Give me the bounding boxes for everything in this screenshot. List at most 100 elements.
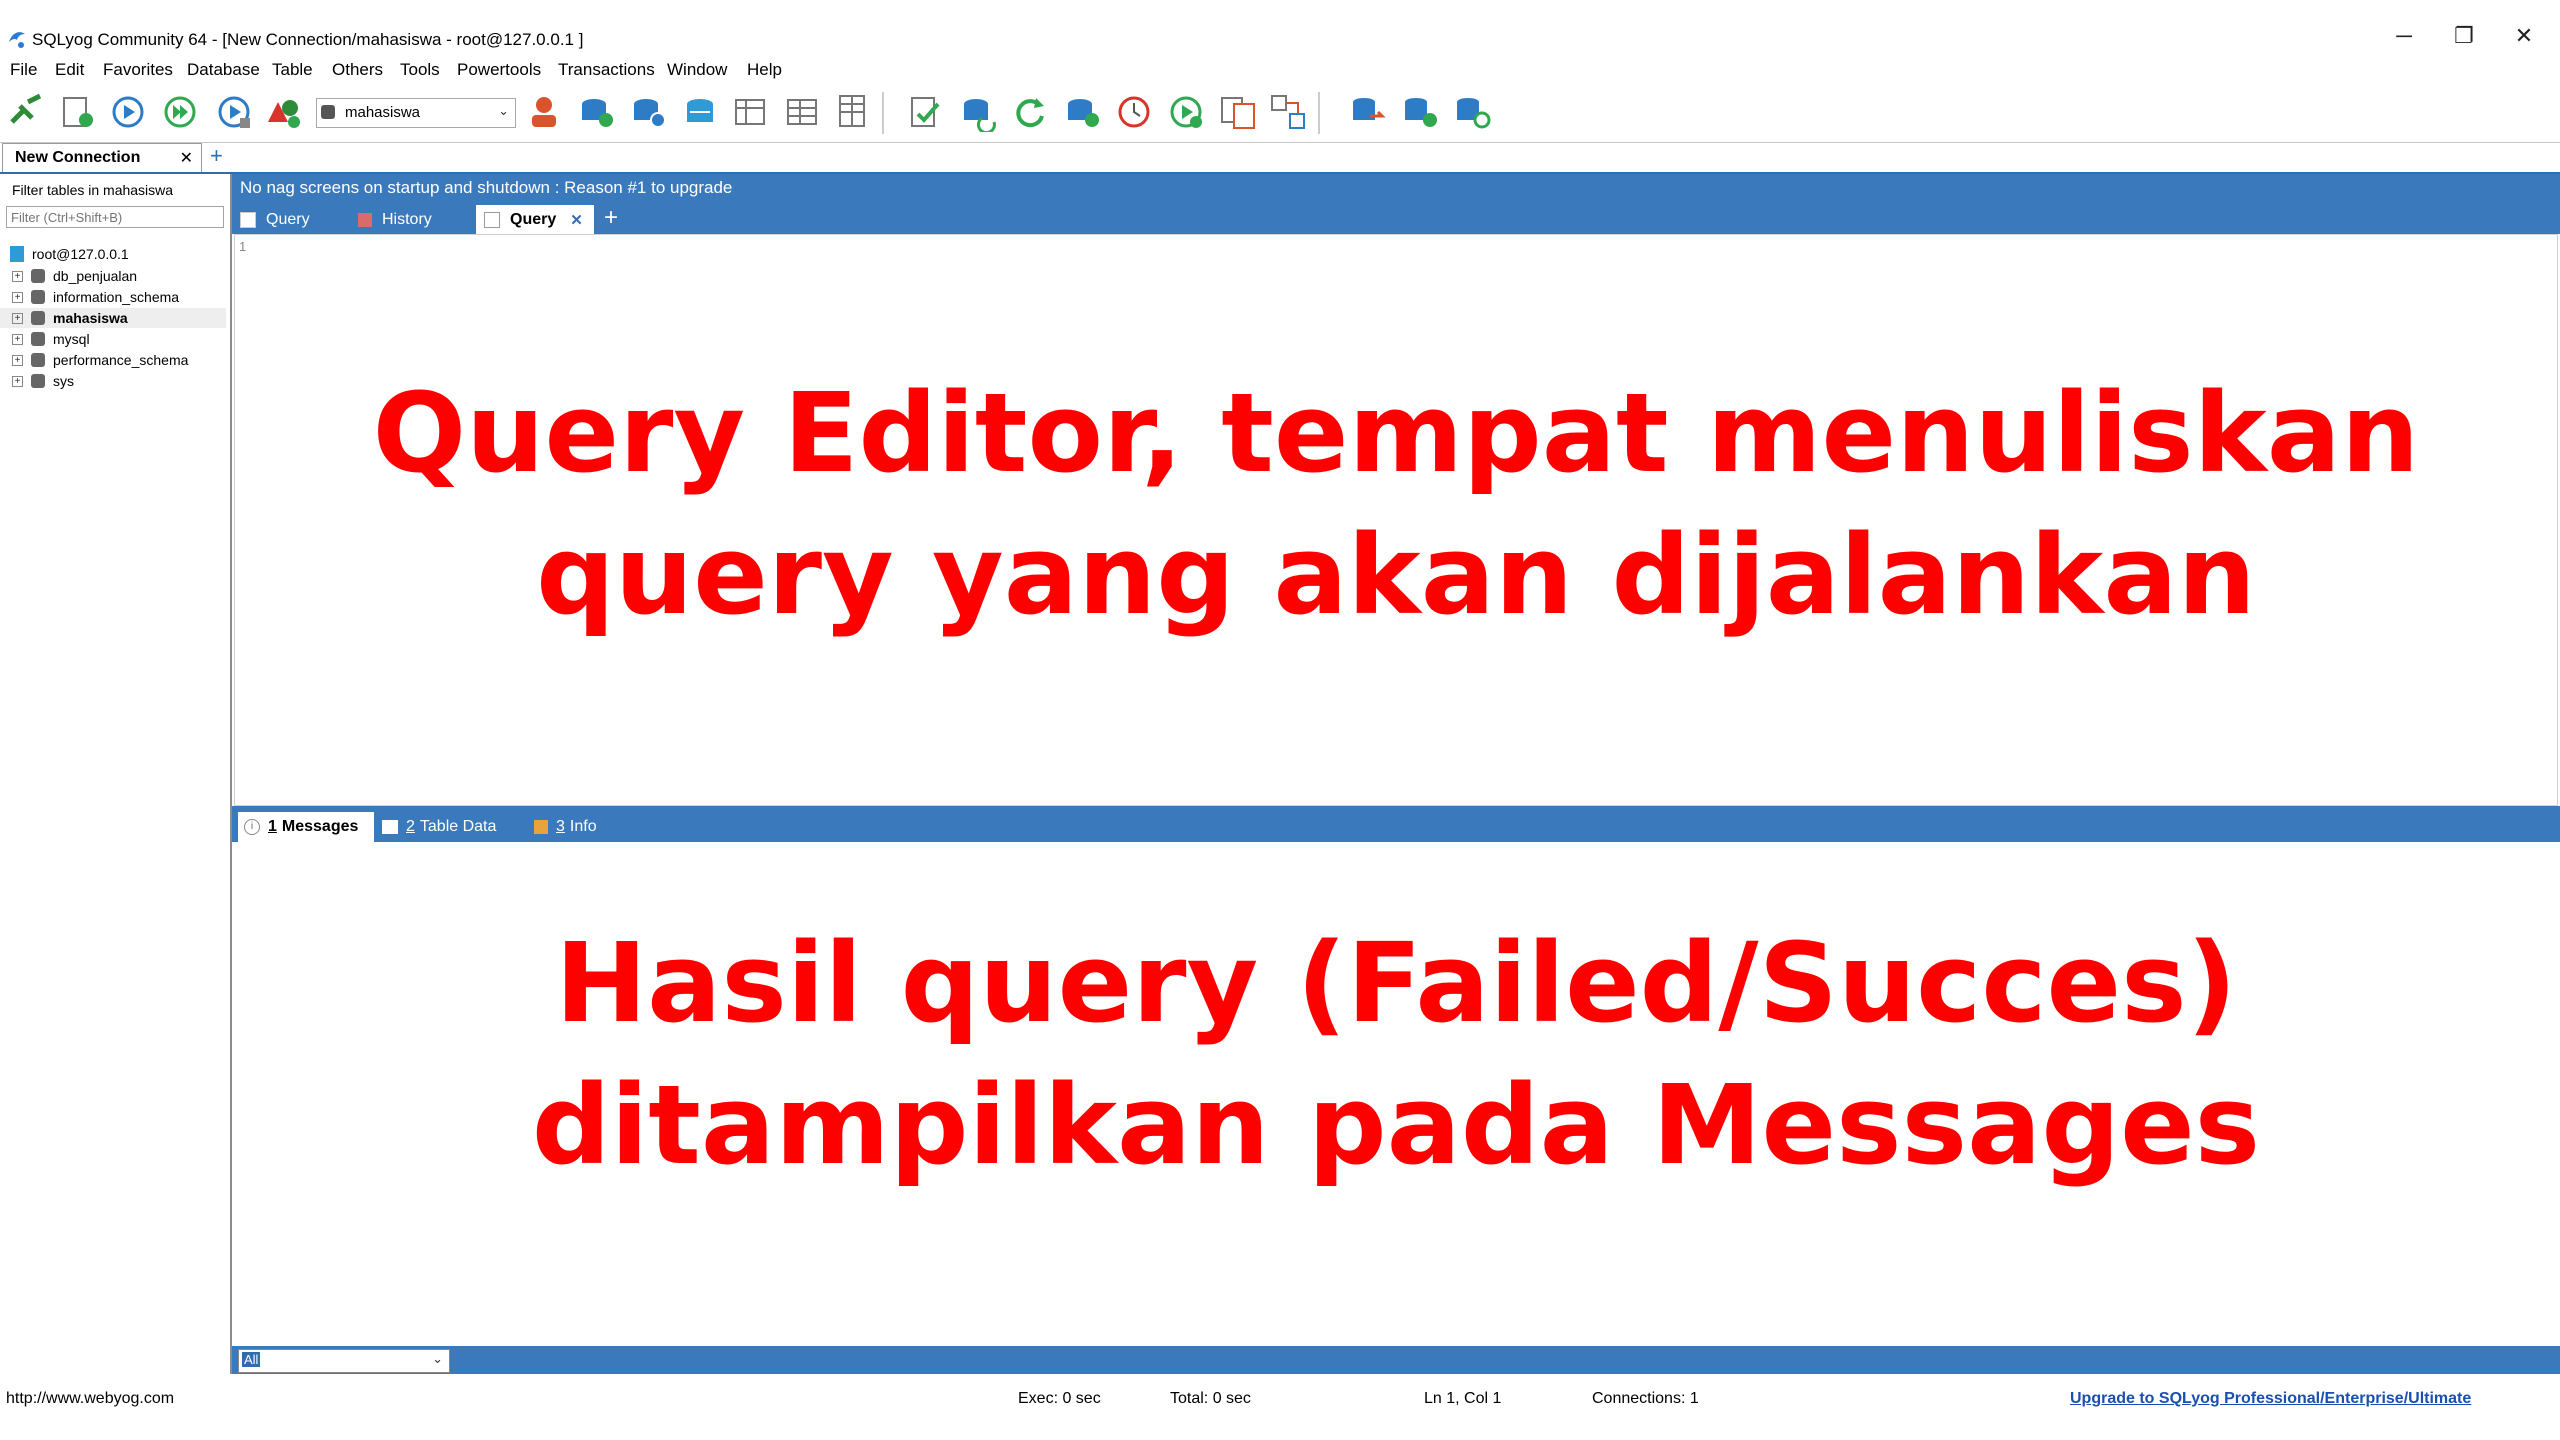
table-data-tab-number: 2: [406, 818, 415, 835]
data-sync-icon[interactable]: [958, 92, 998, 132]
menu-favorites[interactable]: Favorites: [103, 60, 173, 80]
tab-history[interactable]: History: [358, 205, 468, 234]
menu-tools[interactable]: Tools: [400, 60, 440, 80]
expand-icon[interactable]: +: [12, 375, 23, 387]
menu-database[interactable]: Database: [187, 60, 260, 80]
tab-query-active[interactable]: Query ✕: [476, 205, 594, 234]
database-select-value: mahasiswa: [345, 104, 421, 121]
scheduler-icon[interactable]: [1114, 92, 1154, 132]
tree-item-label: mahasiswa: [53, 310, 128, 326]
status-bar: http://www.webyog.com Exec: 0 sec Total:…: [0, 1376, 2560, 1414]
refresh-icon[interactable]: [1010, 92, 1050, 132]
new-connection-icon[interactable]: [6, 92, 46, 132]
tree-item-db-penjualan[interactable]: + db_penjualan: [0, 266, 226, 286]
import-db-icon[interactable]: [680, 92, 720, 132]
close-window-button[interactable]: ✕: [2494, 16, 2554, 56]
database-icon: [31, 311, 45, 325]
menu-powertools[interactable]: Powertools: [457, 60, 541, 80]
close-tab-icon[interactable]: ✕: [570, 211, 583, 229]
tree-item-mahasiswa[interactable]: + mahasiswa: [0, 308, 226, 328]
user-manager-icon[interactable]: [524, 92, 564, 132]
upgrade-link[interactable]: Upgrade to SQLyog Professional/Enterpris…: [2070, 1390, 2471, 1408]
expand-icon[interactable]: +: [12, 333, 23, 345]
tree-item-label: information_schema: [53, 289, 180, 305]
tab-info[interactable]: 3 Info: [534, 812, 624, 842]
database-select[interactable]: mahasiswa ⌄: [316, 98, 516, 128]
menu-file[interactable]: File: [10, 60, 37, 80]
copy-database-icon[interactable]: [1062, 92, 1102, 132]
menu-window[interactable]: Window: [667, 60, 727, 80]
database-icon: [31, 269, 45, 283]
tree-root-connection[interactable]: root@127.0.0.1: [0, 244, 226, 264]
execute-all-icon[interactable]: [160, 92, 200, 132]
tab-label: Messages: [281, 818, 359, 835]
status-cursor-position: Ln 1, Col 1: [1424, 1390, 1502, 1407]
query-tab-strip: Query History Query ✕ +: [232, 202, 2560, 234]
expand-icon[interactable]: +: [12, 291, 23, 303]
db-import-icon[interactable]: [1400, 92, 1440, 132]
add-query-tab-icon[interactable]: +: [604, 204, 618, 232]
backup-db-icon[interactable]: [576, 92, 616, 132]
tab-label: Query: [510, 210, 557, 228]
result-bottom-bar: All ⌄: [232, 1346, 2560, 1374]
status-url: http://www.webyog.com: [6, 1390, 175, 1407]
tab-label: Info: [569, 818, 597, 835]
tab-label: Query: [266, 210, 310, 228]
query-builder-icon[interactable]: [1166, 92, 1206, 132]
result-filter-select[interactable]: All ⌄: [238, 1349, 450, 1373]
menu-bar: File Edit Favorites Database Table Other…: [0, 56, 2560, 82]
database-icon: [31, 353, 45, 367]
add-connection-tab-icon[interactable]: +: [210, 143, 223, 169]
result-tab-strip: i 1 Messages 2 Table Data 3 Info: [232, 806, 2560, 842]
status-total-time: Total: 0 sec: [1170, 1390, 1251, 1407]
toolbar-separator: [1318, 92, 1320, 134]
database-icon: [31, 374, 45, 388]
close-tab-icon[interactable]: ✕: [180, 148, 193, 168]
editor-annotation-line1: Query Editor, tempat menuliskan: [372, 369, 2420, 497]
result-annotation-line2: ditampilkan pada Messages: [531, 1061, 2261, 1189]
tab-table-data[interactable]: 2 Table Data: [382, 812, 512, 842]
alter-table-icon[interactable]: [782, 92, 822, 132]
execute-query-icon[interactable]: [108, 92, 148, 132]
schema-sync-icon[interactable]: [906, 92, 946, 132]
restore-button[interactable]: ❐: [2434, 16, 2494, 56]
schema-compare-icon[interactable]: [1218, 92, 1258, 132]
execute-edit-icon[interactable]: [214, 92, 254, 132]
info-tab-icon: [534, 820, 548, 834]
object-browser: Filter tables in mahasiswa root@127.0.0.…: [0, 174, 232, 1374]
tab-messages[interactable]: i 1 Messages: [238, 812, 374, 842]
new-query-icon[interactable]: [58, 92, 98, 132]
menu-table[interactable]: Table: [272, 60, 313, 80]
expand-icon[interactable]: +: [12, 270, 23, 282]
minimize-button[interactable]: ─: [2374, 16, 2434, 56]
menu-edit[interactable]: Edit: [55, 60, 84, 80]
menu-help[interactable]: Help: [747, 60, 782, 80]
connection-tab[interactable]: New Connection ✕: [2, 143, 202, 172]
db-tools-icon[interactable]: [1452, 92, 1492, 132]
tree-item-performance-schema[interactable]: + performance_schema: [0, 350, 226, 370]
tree-root-label: root@127.0.0.1: [32, 246, 129, 262]
manage-indexes-icon[interactable]: [832, 92, 872, 132]
tree-item-mysql[interactable]: + mysql: [0, 329, 226, 349]
schema-designer-icon[interactable]: [264, 92, 304, 132]
tree-item-sys[interactable]: + sys: [0, 371, 226, 391]
menu-others[interactable]: Others: [332, 60, 383, 80]
tree-item-label: sys: [53, 373, 74, 389]
query-icon: [484, 211, 500, 228]
visual-diff-icon[interactable]: [1268, 92, 1308, 132]
result-filter-value: All: [242, 1352, 261, 1367]
expand-icon[interactable]: +: [12, 312, 23, 324]
info-icon: i: [244, 819, 260, 835]
tab-query[interactable]: Query: [240, 205, 350, 234]
filter-label: Filter tables in mahasiswa: [12, 182, 174, 198]
tree-item-information-schema[interactable]: + information_schema: [0, 287, 226, 307]
db-export-icon[interactable]: [1348, 92, 1388, 132]
expand-icon[interactable]: +: [12, 354, 23, 366]
tree-item-label: mysql: [53, 331, 90, 347]
filter-tables-input[interactable]: [6, 206, 224, 228]
create-table-icon[interactable]: [730, 92, 770, 132]
restore-db-icon[interactable]: [628, 92, 668, 132]
menu-transactions[interactable]: Transactions: [558, 60, 655, 80]
result-annotation-line1: Hasil query (Failed/Succes): [555, 919, 2237, 1047]
messages-tab-number: 1: [268, 818, 277, 835]
